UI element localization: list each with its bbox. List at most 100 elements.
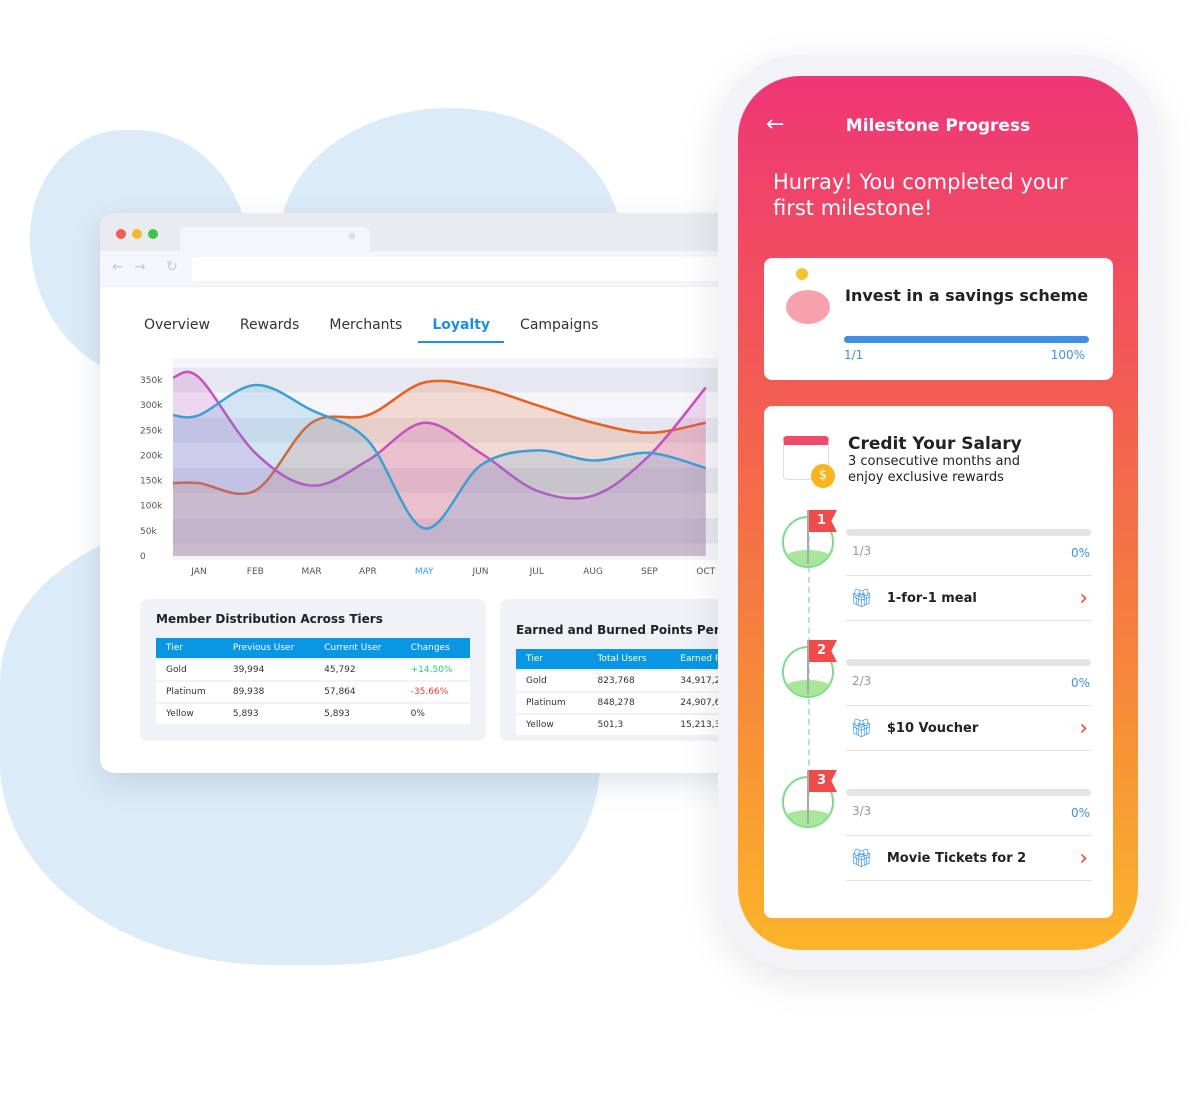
milestone-percent: 0% bbox=[1070, 546, 1090, 560]
y-tick-label: 350k bbox=[140, 376, 163, 386]
y-tick-label: 100k bbox=[140, 502, 163, 512]
column-header[interactable]: Previous User bbox=[222, 638, 315, 658]
salary-card: $ Credit Your Salary 3 consecutive month… bbox=[764, 406, 1113, 918]
table-row: Yellow 501,3 15,213,354 bbox=[516, 715, 740, 735]
card-title: Credit Your Salary bbox=[848, 434, 1022, 454]
table-cell: Platinum bbox=[156, 682, 223, 702]
table-cell: Yellow bbox=[516, 715, 588, 735]
milestone-progress-bar bbox=[846, 529, 1091, 536]
forward-icon[interactable]: → bbox=[134, 259, 146, 275]
address-bar[interactable] bbox=[192, 257, 740, 281]
x-tick-label: MAY bbox=[415, 567, 434, 577]
reward-row[interactable]: 🎁︎ $10 Voucher › bbox=[846, 705, 1092, 751]
gift-icon: 🎁︎ bbox=[850, 587, 873, 609]
chevron-right-icon[interactable]: › bbox=[1079, 846, 1088, 871]
table-header: Tier Previous User Current User Changes bbox=[156, 638, 470, 658]
member-distribution-card: Member Distribution Across Tiers Tier Pre… bbox=[140, 599, 486, 741]
flag-pole bbox=[807, 510, 809, 564]
table-row: Yellow 5,893 5,893 0% bbox=[156, 704, 470, 724]
card-description: 3 consecutive months and enjoy exclusive… bbox=[848, 454, 1020, 485]
column-header[interactable]: Tier bbox=[156, 638, 223, 658]
table-title: Member Distribution Across Tiers bbox=[156, 612, 383, 626]
table-row: Gold 823,768 34,917,283 bbox=[516, 671, 740, 691]
points-card: Earned and Burned Points Per T Tier Total… bbox=[500, 599, 740, 741]
gift-icon: 🎁︎ bbox=[850, 847, 873, 869]
column-header[interactable]: Total Users bbox=[587, 649, 671, 669]
table-cell: Platinum bbox=[516, 693, 588, 713]
y-tick-label: 300k bbox=[140, 401, 163, 411]
progress-count: 1/1 bbox=[844, 348, 864, 362]
table-cell: Gold bbox=[516, 671, 588, 691]
reward-row[interactable]: 🎁︎ Movie Tickets for 2 › bbox=[846, 835, 1092, 881]
points-table: Tier Total Users Earned P Gold 823,768 34,917… bbox=[516, 647, 740, 737]
flag-pole bbox=[807, 640, 809, 694]
flag-icon: 3 bbox=[809, 770, 837, 792]
line-chart: 0 50k 100k 150k 200k 250k 300k 350k JAN FEB MAR APR… bbox=[140, 358, 720, 577]
table-header: Tier Total Users Earned P bbox=[516, 649, 740, 669]
screen-title: Milestone Progress bbox=[845, 116, 1031, 136]
reward-row[interactable]: 🎁︎ 1-for-1 meal › bbox=[846, 575, 1092, 621]
tab-loyalty[interactable]: Loyalty bbox=[418, 317, 505, 343]
table-cell: +14.50% bbox=[400, 660, 470, 680]
coin-icon bbox=[796, 268, 808, 280]
tab-merchants[interactable]: Merchants bbox=[315, 317, 416, 343]
y-tick-label: 150k bbox=[140, 477, 163, 487]
x-tick-label: MAR bbox=[302, 567, 322, 577]
table-cell: 501,3 bbox=[587, 715, 671, 735]
milestone-percent: 0% bbox=[1070, 676, 1090, 690]
reload-icon[interactable]: ↻ bbox=[166, 259, 178, 275]
piggy-bank-icon bbox=[786, 290, 830, 324]
flag-icon: 1 bbox=[809, 510, 837, 532]
x-tick-label: SEP bbox=[641, 567, 658, 577]
table-cell: 45,792 bbox=[314, 660, 401, 680]
phone-mockup: ← Milestone Progress Hurray! You complet… bbox=[718, 55, 1158, 970]
tab-rewards[interactable]: Rewards bbox=[226, 317, 313, 343]
member-distribution-table: Tier Previous User Current User Changes Gold… bbox=[156, 636, 470, 726]
column-header[interactable]: Tier bbox=[516, 649, 588, 669]
card-title: Invest in a savings scheme bbox=[845, 286, 1089, 305]
flag-icon: 2 bbox=[809, 640, 837, 662]
table-row: Platinum 89,938 57,864 -35.66% bbox=[156, 682, 470, 702]
milestone-item: 3 3/3 0% 🎁︎ Movie Tickets for 2 › bbox=[780, 766, 1100, 896]
x-tick-label: OCT bbox=[696, 567, 715, 577]
milestone-count: 1/3 bbox=[852, 544, 872, 558]
column-header[interactable]: Current User bbox=[314, 638, 401, 658]
y-tick-label: 50k bbox=[140, 527, 157, 537]
dollar-coin-icon: $ bbox=[811, 464, 835, 488]
table-cell: 57,864 bbox=[314, 682, 401, 702]
column-header[interactable]: Changes bbox=[400, 638, 470, 658]
x-tick-label: JUL bbox=[529, 567, 544, 577]
table-cell: 848,278 bbox=[587, 693, 671, 713]
table-title: Earned and Burned Points Per T bbox=[516, 623, 733, 637]
x-tick-label: JUN bbox=[472, 567, 489, 577]
flag-pole bbox=[807, 770, 809, 824]
table-cell: 0% bbox=[400, 704, 470, 724]
savings-card[interactable]: Invest in a savings scheme 1/1 100% bbox=[764, 258, 1113, 380]
back-icon[interactable]: ← bbox=[112, 259, 124, 275]
milestone-progress-bar bbox=[846, 659, 1091, 666]
x-tick-label: AUG bbox=[583, 567, 603, 577]
table-cell: 823,768 bbox=[587, 671, 671, 691]
close-icon[interactable]: ⊗ bbox=[348, 231, 356, 242]
milestone-count: 2/3 bbox=[852, 674, 872, 688]
chevron-right-icon[interactable]: › bbox=[1079, 586, 1088, 611]
gift-icon: 🎁︎ bbox=[850, 717, 873, 739]
x-tick-label: APR bbox=[359, 567, 377, 577]
chevron-right-icon[interactable]: › bbox=[1079, 716, 1088, 741]
table-row: Gold 39,994 45,792 +14.50% bbox=[156, 660, 470, 680]
reward-label: $10 Voucher bbox=[886, 720, 979, 736]
table-cell: -35.66% bbox=[400, 682, 470, 702]
table-cell: 5,893 bbox=[314, 704, 401, 724]
tab-campaigns[interactable]: Campaigns bbox=[506, 317, 612, 343]
milestone-item: 1 1/3 0% 🎁︎ 1-for-1 meal › bbox=[780, 506, 1100, 636]
table-cell: 89,938 bbox=[222, 682, 315, 702]
tab-overview[interactable]: Overview bbox=[144, 317, 224, 343]
browser-tab[interactable]: ⊗ bbox=[180, 227, 370, 251]
y-tick-label: 250k bbox=[140, 426, 163, 436]
x-tick-label: FEB bbox=[247, 567, 264, 577]
table-cell: Yellow bbox=[156, 704, 223, 724]
browser-window: ⊗ ← → ↻ Overview Rewards Merchants Loyalty C… bbox=[100, 213, 740, 773]
table-cell: Gold bbox=[156, 660, 223, 680]
y-tick-label: 0 bbox=[140, 552, 146, 562]
table-cell: 5,893 bbox=[222, 704, 315, 724]
